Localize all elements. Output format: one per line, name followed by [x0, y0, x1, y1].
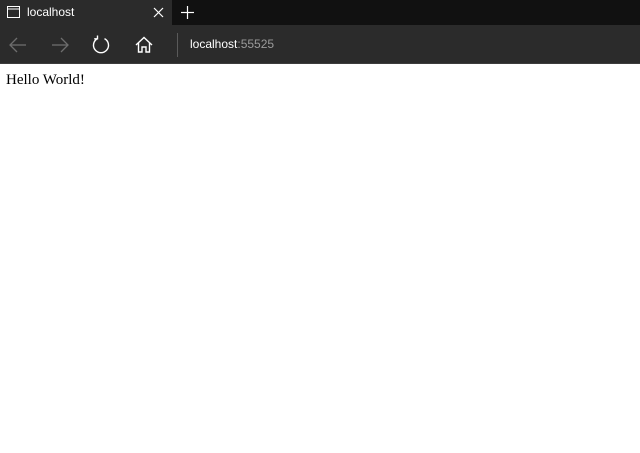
address-port: :55525	[237, 37, 275, 51]
navigation-bar: localhost:55525	[0, 25, 640, 64]
page-icon	[7, 6, 20, 18]
tab-strip: localhost	[0, 0, 640, 25]
tab-title: localhost	[27, 5, 75, 19]
home-icon[interactable]	[133, 34, 155, 56]
tab-localhost[interactable]: localhost	[0, 0, 172, 25]
browser-window: localhost localhost:55525 Hello World!	[0, 0, 640, 453]
page-content: Hello World!	[0, 64, 640, 453]
back-arrow-icon[interactable]	[7, 34, 29, 56]
forward-arrow-icon[interactable]	[49, 34, 71, 56]
plus-icon[interactable]	[178, 3, 197, 22]
address-bar[interactable]: localhost:55525	[190, 36, 274, 52]
close-icon[interactable]	[150, 4, 167, 21]
page-body-text: Hello World!	[6, 72, 85, 88]
address-host: localhost	[190, 37, 238, 51]
toolbar-divider	[177, 33, 178, 57]
refresh-icon[interactable]	[90, 34, 112, 56]
